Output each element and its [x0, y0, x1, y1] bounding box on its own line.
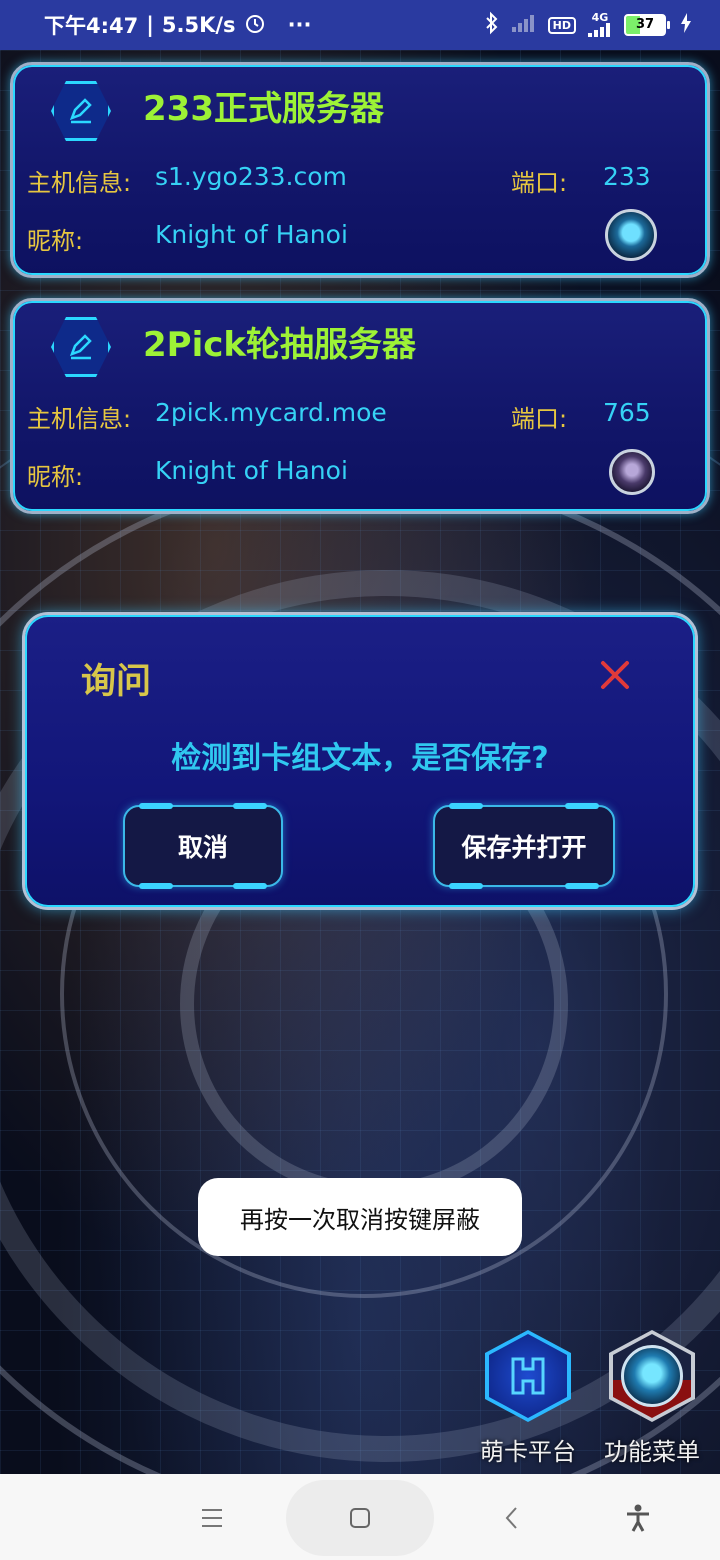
- wifi-signal-icon: [510, 13, 538, 37]
- avatar[interactable]: [609, 449, 655, 495]
- host-value: s1.ygo233.com: [155, 162, 347, 191]
- dialog-message: 检测到卡组文本，是否保存?: [171, 741, 549, 776]
- button-accent: [139, 803, 173, 809]
- background-ring: [0, 350, 720, 1474]
- port-label: 端口:: [511, 169, 568, 197]
- edit-server-button[interactable]: [51, 81, 111, 141]
- button-accent: [449, 803, 483, 809]
- server-title: 233正式服务器: [143, 89, 384, 129]
- mycard-platform-label: 萌卡平台: [480, 1438, 576, 1466]
- menu-avatar-icon: [621, 1345, 683, 1407]
- charging-icon: [680, 13, 692, 37]
- server-title: 2Pick轮抽服务器: [143, 325, 416, 365]
- alarm-icon: [244, 12, 266, 39]
- button-accent: [565, 803, 599, 809]
- status-more: ···: [287, 13, 312, 37]
- port-label: 端口:: [511, 405, 568, 433]
- nickname-value: Knight of Hanoi: [155, 220, 348, 249]
- server-card[interactable]: 233正式服务器 主机信息: s1.ygo233.com 端口: 233 昵称:…: [10, 62, 710, 278]
- back-button[interactable]: [492, 1498, 532, 1538]
- close-button[interactable]: [595, 655, 635, 695]
- bluetooth-icon: [484, 11, 500, 39]
- confirm-dialog: 询问 检测到卡组文本，是否保存? 取消 保存并打开: [22, 612, 698, 910]
- function-menu-label: 功能菜单: [604, 1438, 700, 1466]
- button-accent: [233, 883, 267, 889]
- save-and-open-button[interactable]: 保存并打开: [433, 803, 615, 889]
- button-accent: [449, 883, 483, 889]
- hd-badge: HD: [547, 16, 576, 34]
- cancel-button-label: 取消: [177, 833, 228, 862]
- edit-icon: [69, 334, 92, 360]
- button-accent: [139, 883, 173, 889]
- button-accent: [565, 883, 599, 889]
- cancel-button[interactable]: 取消: [123, 803, 283, 889]
- accessibility-icon: [627, 1504, 649, 1532]
- home-button[interactable]: [340, 1498, 380, 1538]
- toast-message: 再按一次取消按键屏蔽: [198, 1178, 522, 1256]
- button-accent: [233, 803, 267, 809]
- network-type: 4G: [591, 11, 609, 24]
- port-value: 765: [603, 398, 651, 427]
- function-menu-button[interactable]: 功能菜单: [594, 1330, 710, 1467]
- save-and-open-button-label: 保存并打开: [461, 833, 587, 862]
- cell-signal-icon: [586, 23, 614, 37]
- accessibility-button[interactable]: [618, 1498, 658, 1538]
- status-time: 下午4:47: [44, 14, 139, 38]
- toast-text: 再按一次取消按键屏蔽: [240, 1205, 480, 1234]
- home-square-icon: [350, 1508, 370, 1528]
- avatar[interactable]: [605, 209, 657, 261]
- dialog-title: 询问: [81, 662, 152, 702]
- close-icon: [601, 661, 629, 689]
- port-value: 233: [603, 162, 651, 191]
- back-chevron-icon: [505, 1507, 517, 1529]
- host-value: 2pick.mycard.moe: [155, 398, 387, 427]
- recent-apps-button[interactable]: [192, 1498, 232, 1538]
- function-menu-hex: [609, 1330, 695, 1422]
- battery-icon: 37: [624, 14, 670, 36]
- mycard-platform-button[interactable]: 萌卡平台: [470, 1330, 586, 1467]
- mycard-hex: [485, 1330, 571, 1422]
- edit-icon: [69, 98, 92, 124]
- mycard-logo-icon: [511, 1357, 545, 1395]
- host-label: 主机信息:: [27, 405, 132, 433]
- navigation-bar: [0, 1474, 720, 1560]
- nickname-label: 昵称:: [27, 227, 84, 255]
- edit-server-button[interactable]: [51, 317, 111, 377]
- server-card[interactable]: 2Pick轮抽服务器 主机信息: 2pick.mycard.moe 端口: 76…: [10, 298, 710, 514]
- menu-icon: [202, 1509, 222, 1527]
- status-bar: 下午4:47 | 5.5K/s ··· HD 4G 37: [0, 0, 720, 50]
- nickname-value: Knight of Hanoi: [155, 456, 348, 485]
- status-network-speed: 5.5K/s: [161, 13, 236, 37]
- host-label: 主机信息:: [27, 169, 132, 197]
- nickname-label: 昵称:: [27, 463, 84, 491]
